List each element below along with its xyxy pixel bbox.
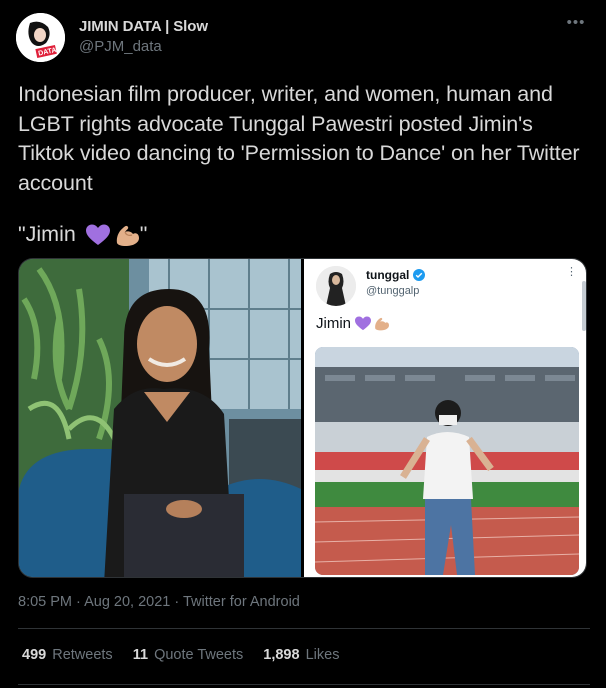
likes-stat[interactable]: 1,898 Likes [263, 647, 339, 663]
quote-tweets-stat[interactable]: 11 Quote Tweets [133, 647, 244, 663]
likes-label: Likes [305, 647, 340, 663]
embedded-handle: @tunggalp [366, 285, 420, 297]
tweet: DATA JIMIN DATA | Slow @PJM_data ••• Ind… [0, 0, 606, 688]
embedded-text-content: Jimin [316, 315, 356, 332]
tweet-stats: 499 Retweets 11 Quote Tweets 1,898 Likes [22, 647, 359, 663]
quote-close-text: " [139, 222, 148, 246]
divider-line [18, 684, 590, 685]
author-handle[interactable]: @PJM_data [79, 38, 162, 55]
embedded-name-text: tunggal [366, 268, 410, 282]
tweet-time[interactable]: 8:05 PM [18, 594, 72, 610]
media-screenshot-tweet[interactable]: tunggal @tunggalp ⋮ Jimin [304, 259, 586, 577]
tweet-source[interactable]: Twitter for Android [183, 594, 300, 610]
tweet-media[interactable]: tunggal @tunggalp ⋮ Jimin [18, 258, 587, 578]
retweets-label: Retweets [52, 647, 113, 663]
retweets-count: 499 [22, 647, 47, 663]
divider-line [18, 628, 590, 629]
tweet-metadata: 8:05 PM · Aug 20, 2021 · Twitter for And… [18, 594, 300, 610]
more-icon[interactable]: ••• [564, 15, 588, 36]
tweet-date[interactable]: Aug 20, 2021 [84, 594, 170, 610]
purple-heart-emoji [85, 224, 110, 245]
embedded-scrollbar [582, 281, 586, 331]
tweet-quote-line: "Jimin " [18, 220, 147, 249]
quote-tweets-count: 11 [132, 647, 149, 663]
media-photo-woman[interactable] [19, 259, 301, 577]
meta-separator: · [72, 594, 85, 610]
photo-woman-illustration [19, 259, 301, 577]
embedded-avatar [316, 266, 356, 306]
meta-separator: · [170, 594, 183, 610]
retweets-stat[interactable]: 499 Retweets [22, 647, 113, 663]
quote-tweets-label: Quote Tweets [154, 647, 244, 663]
embedded-more-icon: ⋮ [566, 266, 577, 278]
embedded-flexed-biceps-emoji [375, 317, 390, 331]
tweet-text: Indonesian film producer, writer, and wo… [18, 82, 580, 195]
stadium-video-frame [315, 347, 579, 575]
verified-badge-icon [413, 269, 426, 281]
embedded-avatar-image [316, 266, 356, 306]
embedded-video [315, 347, 579, 575]
flexed-biceps-emoji [116, 225, 139, 246]
embedded-display-name: tunggal [366, 268, 426, 282]
quote-open-text: "Jimin [18, 222, 82, 246]
author-display-name[interactable]: JIMIN DATA | Slow [79, 18, 208, 35]
likes-count: 1,898 [263, 647, 300, 663]
avatar-image: DATA [16, 13, 65, 62]
author-avatar[interactable]: DATA [16, 13, 65, 62]
embedded-text: Jimin [316, 315, 390, 332]
embedded-purple-heart-emoji [355, 316, 372, 331]
